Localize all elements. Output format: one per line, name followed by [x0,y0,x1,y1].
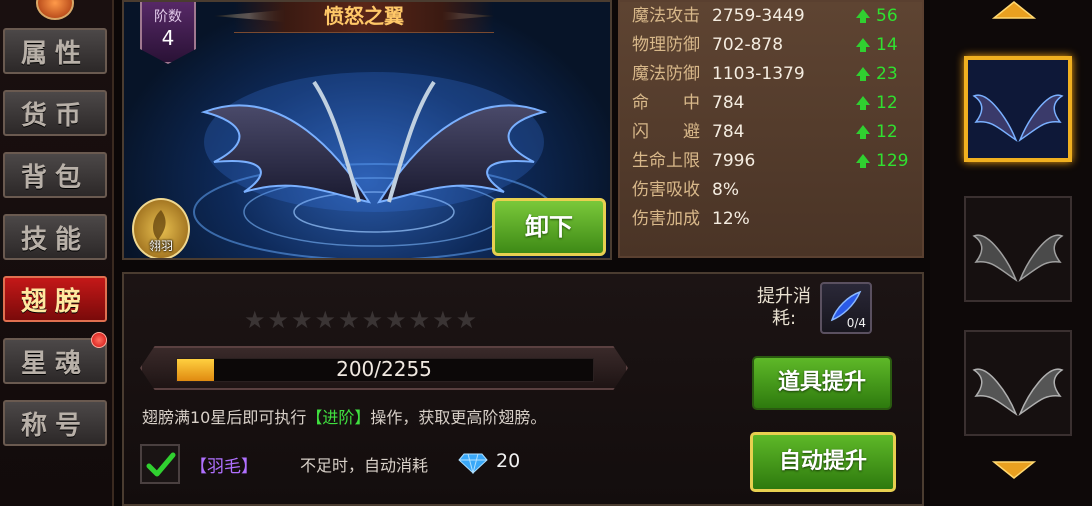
feather-option-label: 【羽毛】 [190,457,258,477]
up-arrow-icon [856,9,870,23]
up-arrow-icon [856,125,870,139]
star-icon: ★ [338,306,360,334]
up-arrow-icon [856,38,870,52]
stat-value: 1103-1379 [712,64,805,84]
stat-name: 伤害吸收 [632,180,700,200]
up-arrow-icon [856,154,870,168]
nav-item-star-soul[interactable]: 星魂 [3,332,107,384]
stat-row: 物理防御 702-878 14 [632,31,922,60]
up-arrow-icon [856,67,870,81]
stat-bonus: 12 [876,122,898,142]
checkmark-icon [146,452,176,477]
wing-display-panel: 愤怒之翼 阶数 4 翎羽 卸下 [122,0,612,260]
diamond-count: 20 [496,450,521,472]
emblem-icon [36,0,74,20]
nav-item-attributes[interactable]: 属性 [3,28,107,74]
grey-wing-icon [972,368,1064,416]
stat-bonus: 12 [876,93,898,113]
upgrade-panel: ★ ★ ★ ★ ★ ★ ★ ★ ★ ★ 200/2255 翅膀满10星后即可执行… [122,272,924,506]
cost-item-count: 0/4 [846,316,866,330]
feather-badge-label: 翎羽 [148,239,173,253]
stat-bonus: 14 [876,35,898,55]
stat-row: 魔法防御 1103-1379 23 [632,60,922,89]
feather-badge-icon[interactable]: 翎羽 [132,198,190,258]
stat-value: 784 [712,93,745,113]
stat-value: 8% [712,180,739,200]
grey-wing-icon [972,234,1064,282]
stat-row: 闪 避 784 12 [632,118,922,147]
nav-item-bag[interactable]: 背包 [3,152,107,198]
nav-item-skills[interactable]: 技能 [3,214,107,260]
auto-consume-checkbox[interactable] [140,444,180,484]
nav-item-titles[interactable]: 称号 [3,400,107,446]
stat-row: 魔法攻击 2759-3449 56 [632,2,922,31]
stats-panel: 魔法攻击 2759-3449 56 物理防御 702-878 14 魔法防御 1… [618,0,924,258]
stat-value: 7996 [712,151,756,171]
stat-row: 伤害吸收 8% [632,176,922,205]
cost-label: 提升消耗: [757,286,811,329]
stat-name: 物理防御 [632,35,700,55]
tier-label: 阶数 [154,9,182,25]
star-icon: ★ [408,306,431,334]
stat-value: 2759-3449 [712,6,805,26]
tier-value: 4 [161,26,175,50]
tier-badge: 阶数 4 [140,2,196,64]
wing-list [930,0,1092,506]
note-highlight: 【进阶】 [306,408,371,427]
stat-bonus: 23 [876,64,898,84]
stat-name: 伤害加成 [632,209,700,229]
stat-row: 命 中 784 12 [632,89,922,118]
note-suffix: 操作，获取更高阶翅膀。 [370,408,547,427]
item-upgrade-button[interactable]: 道具提升 [752,356,892,410]
left-nav: 属性 货币 背包 技能 翅膀 星魂 称号 [0,0,114,506]
star-icon: ★ [267,306,290,334]
wing-name: 愤怒之翼 [234,2,494,33]
diamond-icon [458,453,488,474]
upgrade-note: 翅膀满10星后即可执行【进阶】操作，获取更高阶翅膀。 [142,404,546,428]
nav-item-currency[interactable]: 货币 [3,90,107,136]
stat-value: 702-878 [712,35,784,55]
stat-row: 生命上限 7996 129 [632,147,922,176]
notification-dot-icon [91,332,107,348]
stat-name: 魔法攻击 [632,6,700,26]
unequip-button[interactable]: 卸下 [492,198,606,256]
nav-item-star-soul-label: 星魂 [20,348,89,379]
stat-row: 伤害加成 12% [632,205,922,234]
auto-upgrade-button[interactable]: 自动提升 [750,432,896,492]
stat-name: 命 中 [632,93,700,113]
wing-slot-selected[interactable] [964,56,1072,162]
star-icon: ★ [361,306,384,334]
scroll-up-arrow-icon[interactable] [992,0,1036,20]
note-prefix: 翅膀满10星后即可执行 [142,408,307,427]
cost-item-slot[interactable]: 0/4 [820,282,872,334]
star-icon: ★ [291,306,313,334]
stat-bonus: 129 [876,151,909,171]
up-arrow-icon [856,96,870,110]
stat-name: 魔法防御 [632,64,700,84]
stat-name: 生命上限 [632,151,700,171]
wing-slot[interactable] [964,330,1072,436]
star-icon: ★ [244,306,266,334]
auto-consume-text: 不足时，自动消耗 [300,456,429,475]
progress-text: 200/2255 [336,357,432,381]
star-icon: ★ [432,306,454,334]
wing-slot[interactable] [964,196,1072,302]
star-icon: ★ [455,306,478,334]
stat-name: 闪 避 [632,122,700,142]
stat-bonus: 56 [876,6,898,26]
star-icon: ★ [314,306,337,334]
scroll-down-arrow-icon[interactable] [992,460,1036,480]
stat-value: 12% [712,209,750,229]
star-icon: ★ [385,306,407,334]
nav-item-wings[interactable]: 翅膀 [3,276,107,322]
blue-wing-icon [968,60,1068,158]
stat-value: 784 [712,122,745,142]
star-rating: ★ ★ ★ ★ ★ ★ ★ ★ ★ ★ [244,308,477,332]
